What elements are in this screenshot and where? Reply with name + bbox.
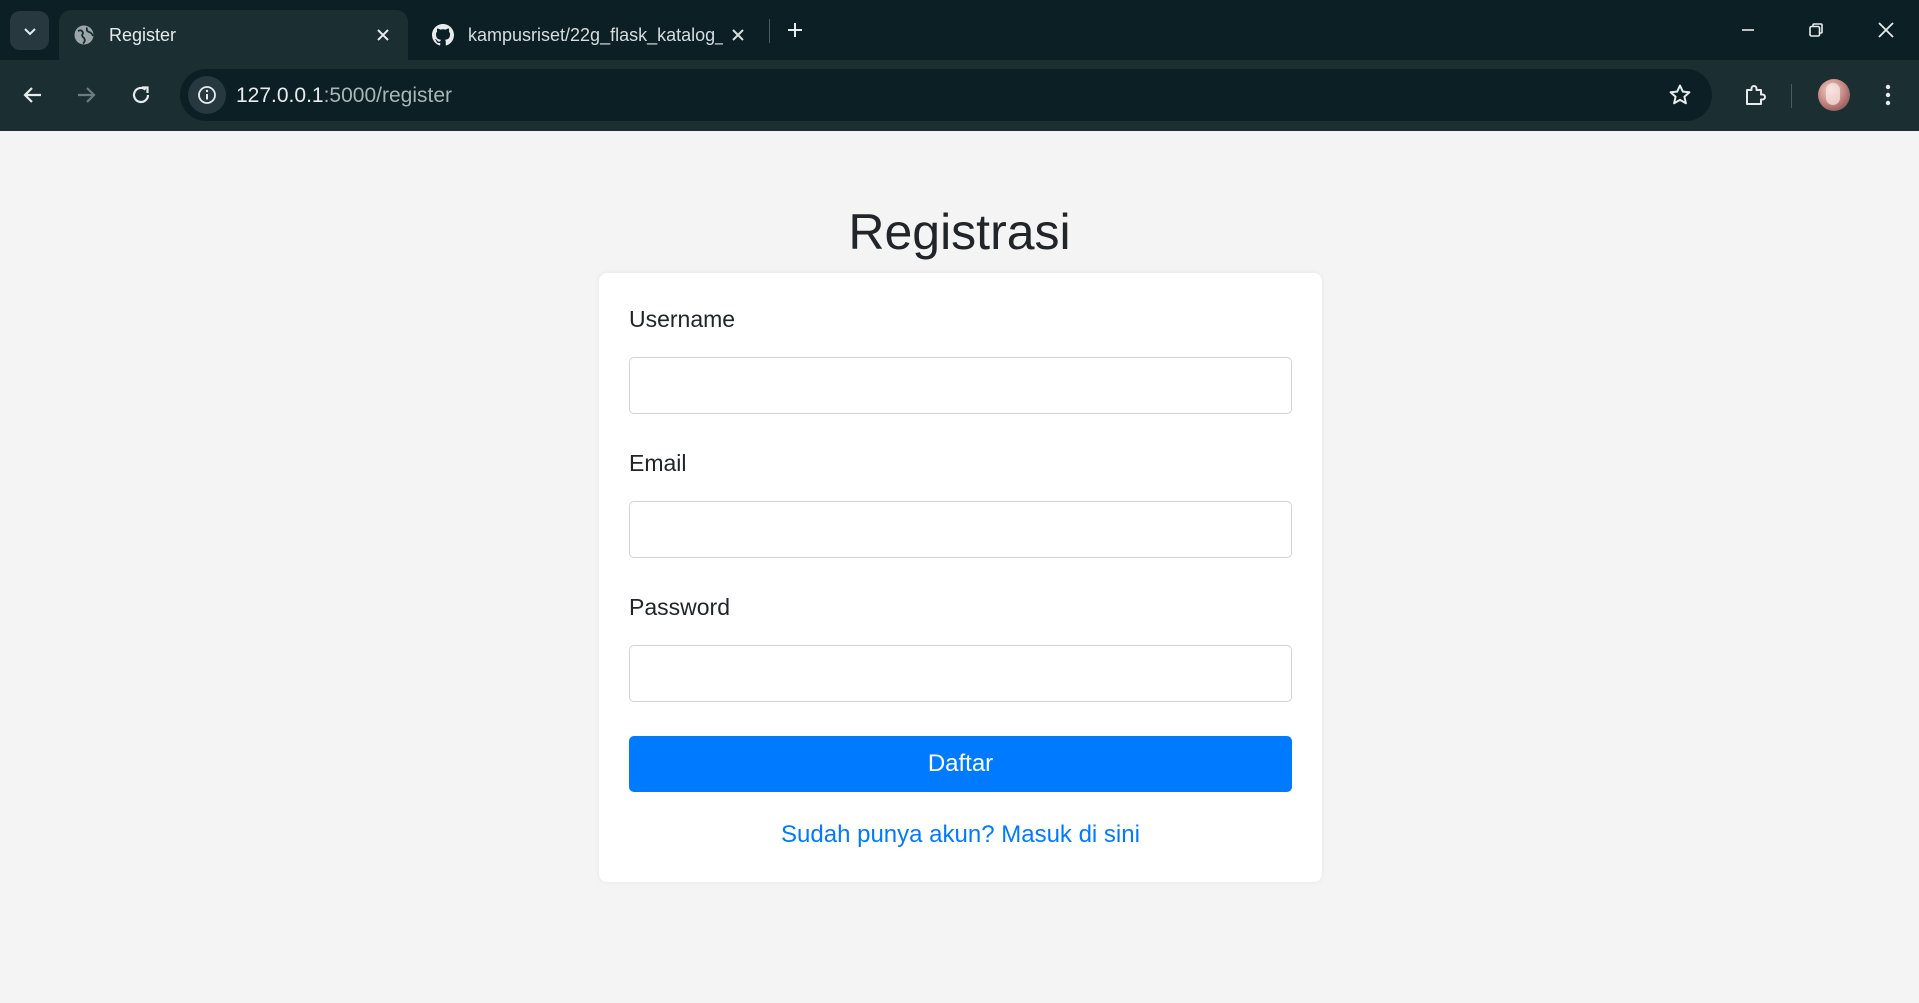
close-tab-icon[interactable] [368,20,398,50]
plus-icon [788,23,802,37]
minimize-button[interactable] [1724,8,1772,52]
close-icon [1878,22,1894,38]
reload-button[interactable] [119,73,163,117]
page-title: Registrasi [848,204,1071,260]
password-input[interactable] [629,645,1292,702]
github-icon [432,24,454,46]
globe-icon [73,24,95,46]
page-content: Registrasi Username Email Password Dafta… [0,131,1919,1003]
chevron-down-icon [23,27,36,35]
back-button[interactable] [11,73,55,117]
username-input[interactable] [629,357,1292,414]
close-tab-icon[interactable] [723,20,753,50]
minimize-icon [1742,29,1754,31]
tab-title: kampusriset/22g_flask_katalog_ [468,24,723,45]
email-input[interactable] [629,501,1292,558]
close-window-button[interactable] [1862,8,1910,52]
url-path: :5000/register [323,84,453,107]
arrow-left-icon [23,87,41,103]
reload-icon [132,86,150,104]
toolbar-separator [1791,84,1792,108]
username-label: Username [629,306,736,332]
info-icon [198,86,216,104]
kebab-menu-icon [1885,84,1891,106]
url-text[interactable]: 127.0.0.1:5000/register [236,84,452,108]
restore-button[interactable] [1792,8,1840,52]
menu-button[interactable] [1866,73,1910,117]
forward-button[interactable] [64,73,108,117]
profile-avatar[interactable] [1818,79,1850,111]
restore-icon [1809,23,1823,37]
bookmark-star-icon[interactable] [1666,81,1694,109]
tab-github[interactable]: kampusriset/22g_flask_katalog_ [418,10,763,60]
extensions-button[interactable] [1733,73,1777,117]
tab-title: Register [109,24,177,45]
register-submit-button[interactable]: Daftar [629,736,1292,792]
tab-register[interactable]: Register [59,10,408,60]
url-host: 127.0.0.1 [236,84,324,107]
tab-separator [769,19,770,43]
email-label: Email [629,450,687,476]
arrow-right-icon [78,87,96,103]
login-link[interactable]: Sudah punya akun? Masuk di sini [599,821,1322,849]
new-tab-button[interactable] [779,14,811,46]
tab-search-button[interactable] [10,11,49,50]
tab-strip: Register kampusriset/22g_flask_katalog_ [0,0,1919,60]
puzzle-icon [1746,85,1766,105]
address-bar[interactable]: 127.0.0.1:5000/register [180,69,1712,121]
password-label: Password [629,594,730,620]
browser-toolbar: 127.0.0.1:5000/register [0,60,1919,131]
register-form: Username Email Password Daftar Sudah pun… [599,273,1322,882]
site-info-button[interactable] [188,76,226,114]
